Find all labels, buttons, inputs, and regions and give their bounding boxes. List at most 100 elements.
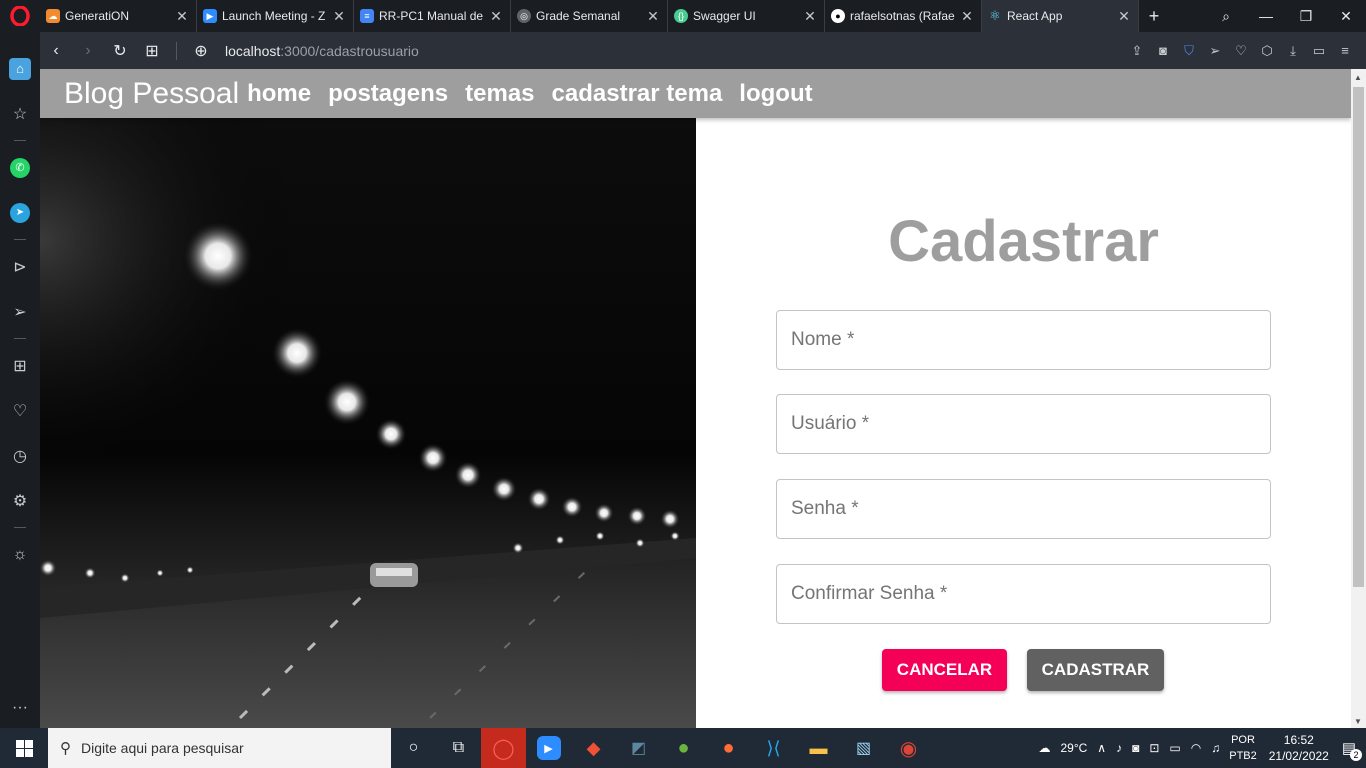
windows-taskbar: ⚲ Digite aqui para pesquisar ○ ⧉ ◯ ▶ ◆ ◩…: [0, 728, 1366, 768]
shield-icon[interactable]: ⛉: [1176, 43, 1202, 59]
taskbar-search[interactable]: ⚲ Digite aqui para pesquisar: [48, 728, 391, 768]
url-host: localhost: [225, 42, 281, 59]
tab-launch-meeting[interactable]: ▶ Launch Meeting - Z ✕: [197, 0, 354, 32]
weather-temp[interactable]: 29°C: [1060, 741, 1087, 755]
windows-start-button[interactable]: [0, 728, 48, 768]
notifications-icon[interactable]: ▤ 2: [1342, 739, 1362, 761]
microphone-icon[interactable]: ♪: [1116, 741, 1122, 755]
cube-icon[interactable]: ⬡: [1254, 43, 1280, 59]
more-icon[interactable]: ···: [0, 688, 40, 728]
page-scrollbar[interactable]: ▲ ▼: [1351, 69, 1366, 728]
nav-cadastrar-tema[interactable]: cadastrar tema: [552, 80, 723, 108]
username-field[interactable]: Usuário *: [776, 394, 1271, 454]
opera-taskbar-icon[interactable]: ◯: [481, 728, 526, 768]
camera-icon[interactable]: ◙: [1150, 43, 1176, 58]
scroll-up-icon[interactable]: ▲: [1354, 73, 1362, 82]
camera-icon[interactable]: ◙: [1132, 741, 1139, 755]
task-view-icon[interactable]: ⧉: [436, 728, 481, 768]
heart-icon[interactable]: ♡: [1228, 43, 1254, 59]
file-explorer-taskbar-icon[interactable]: ▬: [796, 728, 841, 768]
close-window-button[interactable]: ✕: [1326, 8, 1366, 25]
weather-icon[interactable]: ☁: [1038, 741, 1050, 755]
url-field[interactable]: localhost:3000/cadastrousuario: [225, 43, 419, 59]
scrollbar-thumb[interactable]: [1353, 87, 1364, 587]
gear-icon[interactable]: ⚙: [0, 478, 40, 523]
divider: [176, 41, 177, 60]
scroll-down-icon[interactable]: ▼: [1354, 717, 1362, 726]
opera-menu-button[interactable]: [0, 0, 40, 32]
heart-icon[interactable]: ♡: [0, 388, 40, 433]
vscode-taskbar-icon[interactable]: ⟩⟨: [751, 728, 796, 768]
share-icon[interactable]: ⇪: [1124, 43, 1150, 59]
send-icon[interactable]: ➢: [0, 289, 40, 334]
notepad-taskbar-icon[interactable]: ▧: [841, 728, 886, 768]
tab-generation[interactable]: ☁ GeneratiON ✕: [40, 0, 197, 32]
site-info-globe-icon[interactable]: ⊕: [185, 41, 217, 61]
close-icon[interactable]: ✕: [802, 8, 818, 25]
home-icon[interactable]: ⌂: [0, 46, 40, 91]
language-code: POR: [1231, 734, 1255, 746]
bulb-icon[interactable]: ☼: [0, 532, 40, 577]
close-icon[interactable]: ✕: [174, 8, 190, 25]
password-field[interactable]: Senha *: [776, 479, 1271, 539]
restore-button[interactable]: ❐: [1286, 8, 1326, 25]
divider: [14, 338, 26, 339]
tab-react-app[interactable]: ⚛ React App ✕: [982, 0, 1139, 32]
forward-button[interactable]: ›: [72, 42, 104, 60]
tab-swagger[interactable]: {} Swagger UI ✕: [668, 0, 825, 32]
mysql-taskbar-icon[interactable]: ◩: [616, 728, 661, 768]
back-button[interactable]: ‹: [40, 42, 72, 60]
windows-logo-icon: [15, 739, 33, 757]
nav-home[interactable]: home: [247, 80, 311, 108]
chevron-up-icon[interactable]: ∧: [1097, 741, 1106, 755]
player-icon[interactable]: ⊳: [0, 244, 40, 289]
close-icon[interactable]: ✕: [645, 8, 661, 25]
app-navbar: Blog Pessoal home postagens temas cadast…: [40, 69, 1351, 118]
close-icon[interactable]: ✕: [331, 8, 347, 25]
clock-icon[interactable]: ◷: [0, 433, 40, 478]
battery-icon[interactable]: ▭: [1306, 43, 1332, 59]
input-language[interactable]: POR PTB2: [1229, 732, 1257, 764]
keyboard-layout: PTB2: [1229, 750, 1257, 762]
download-icon[interactable]: ⤓: [1280, 43, 1306, 59]
clock-date: 21/02/2022: [1268, 749, 1329, 763]
divider: [14, 527, 26, 528]
volume-icon[interactable]: ♫: [1211, 741, 1220, 755]
speed-dial-icon[interactable]: ⊞: [136, 41, 168, 61]
taskbar-clock[interactable]: 16:52 21/02/2022: [1269, 732, 1329, 764]
git-taskbar-icon[interactable]: ◆: [571, 728, 616, 768]
submit-button[interactable]: CADASTRAR: [1027, 649, 1164, 691]
send-icon[interactable]: ➢: [1202, 43, 1228, 59]
tab-grade-semanal[interactable]: ◎ Grade Semanal ✕: [511, 0, 668, 32]
tab-github[interactable]: ● rafaelsotnas (Rafael ✕: [825, 0, 982, 32]
name-field[interactable]: Nome *: [776, 310, 1271, 370]
nav-temas[interactable]: temas: [465, 80, 534, 108]
tab-rr-pc1[interactable]: ≡ RR-PC1 Manual de ✕: [354, 0, 511, 32]
grid-icon[interactable]: ⊞: [0, 343, 40, 388]
telegram-icon[interactable]: ➤: [0, 190, 40, 235]
new-tab-button[interactable]: +: [1139, 6, 1169, 27]
reload-button[interactable]: ↻: [104, 41, 136, 61]
chrome-taskbar-icon[interactable]: ◉: [886, 728, 931, 768]
network-icon[interactable]: ⊡: [1149, 741, 1159, 755]
close-icon[interactable]: ✕: [959, 8, 975, 25]
spring-taskbar-icon[interactable]: ●: [661, 728, 706, 768]
postman-taskbar-icon[interactable]: ●: [706, 728, 751, 768]
tab-search-icon[interactable]: ⌕: [1206, 8, 1246, 25]
close-icon[interactable]: ✕: [1116, 8, 1132, 25]
window-controls: ⌕ — ❐ ✕: [1206, 0, 1366, 32]
cancel-button[interactable]: CANCELAR: [882, 649, 1007, 691]
wifi-icon[interactable]: ◠: [1191, 741, 1201, 755]
nav-postagens[interactable]: postagens: [328, 80, 448, 108]
whatsapp-icon[interactable]: ✆: [0, 145, 40, 190]
confirm-password-field[interactable]: Confirmar Senha *: [776, 564, 1271, 624]
star-icon[interactable]: ☆: [0, 91, 40, 136]
battery-icon[interactable]: ▭: [1169, 741, 1180, 755]
minimize-button[interactable]: —: [1246, 8, 1286, 24]
zoom-taskbar-icon[interactable]: ▶: [526, 728, 571, 768]
cortana-icon[interactable]: ○: [391, 728, 436, 768]
close-icon[interactable]: ✕: [488, 8, 504, 25]
menu-icon[interactable]: ≡: [1332, 43, 1358, 58]
globe-icon: ◎: [517, 9, 531, 23]
nav-logout[interactable]: logout: [739, 80, 812, 108]
